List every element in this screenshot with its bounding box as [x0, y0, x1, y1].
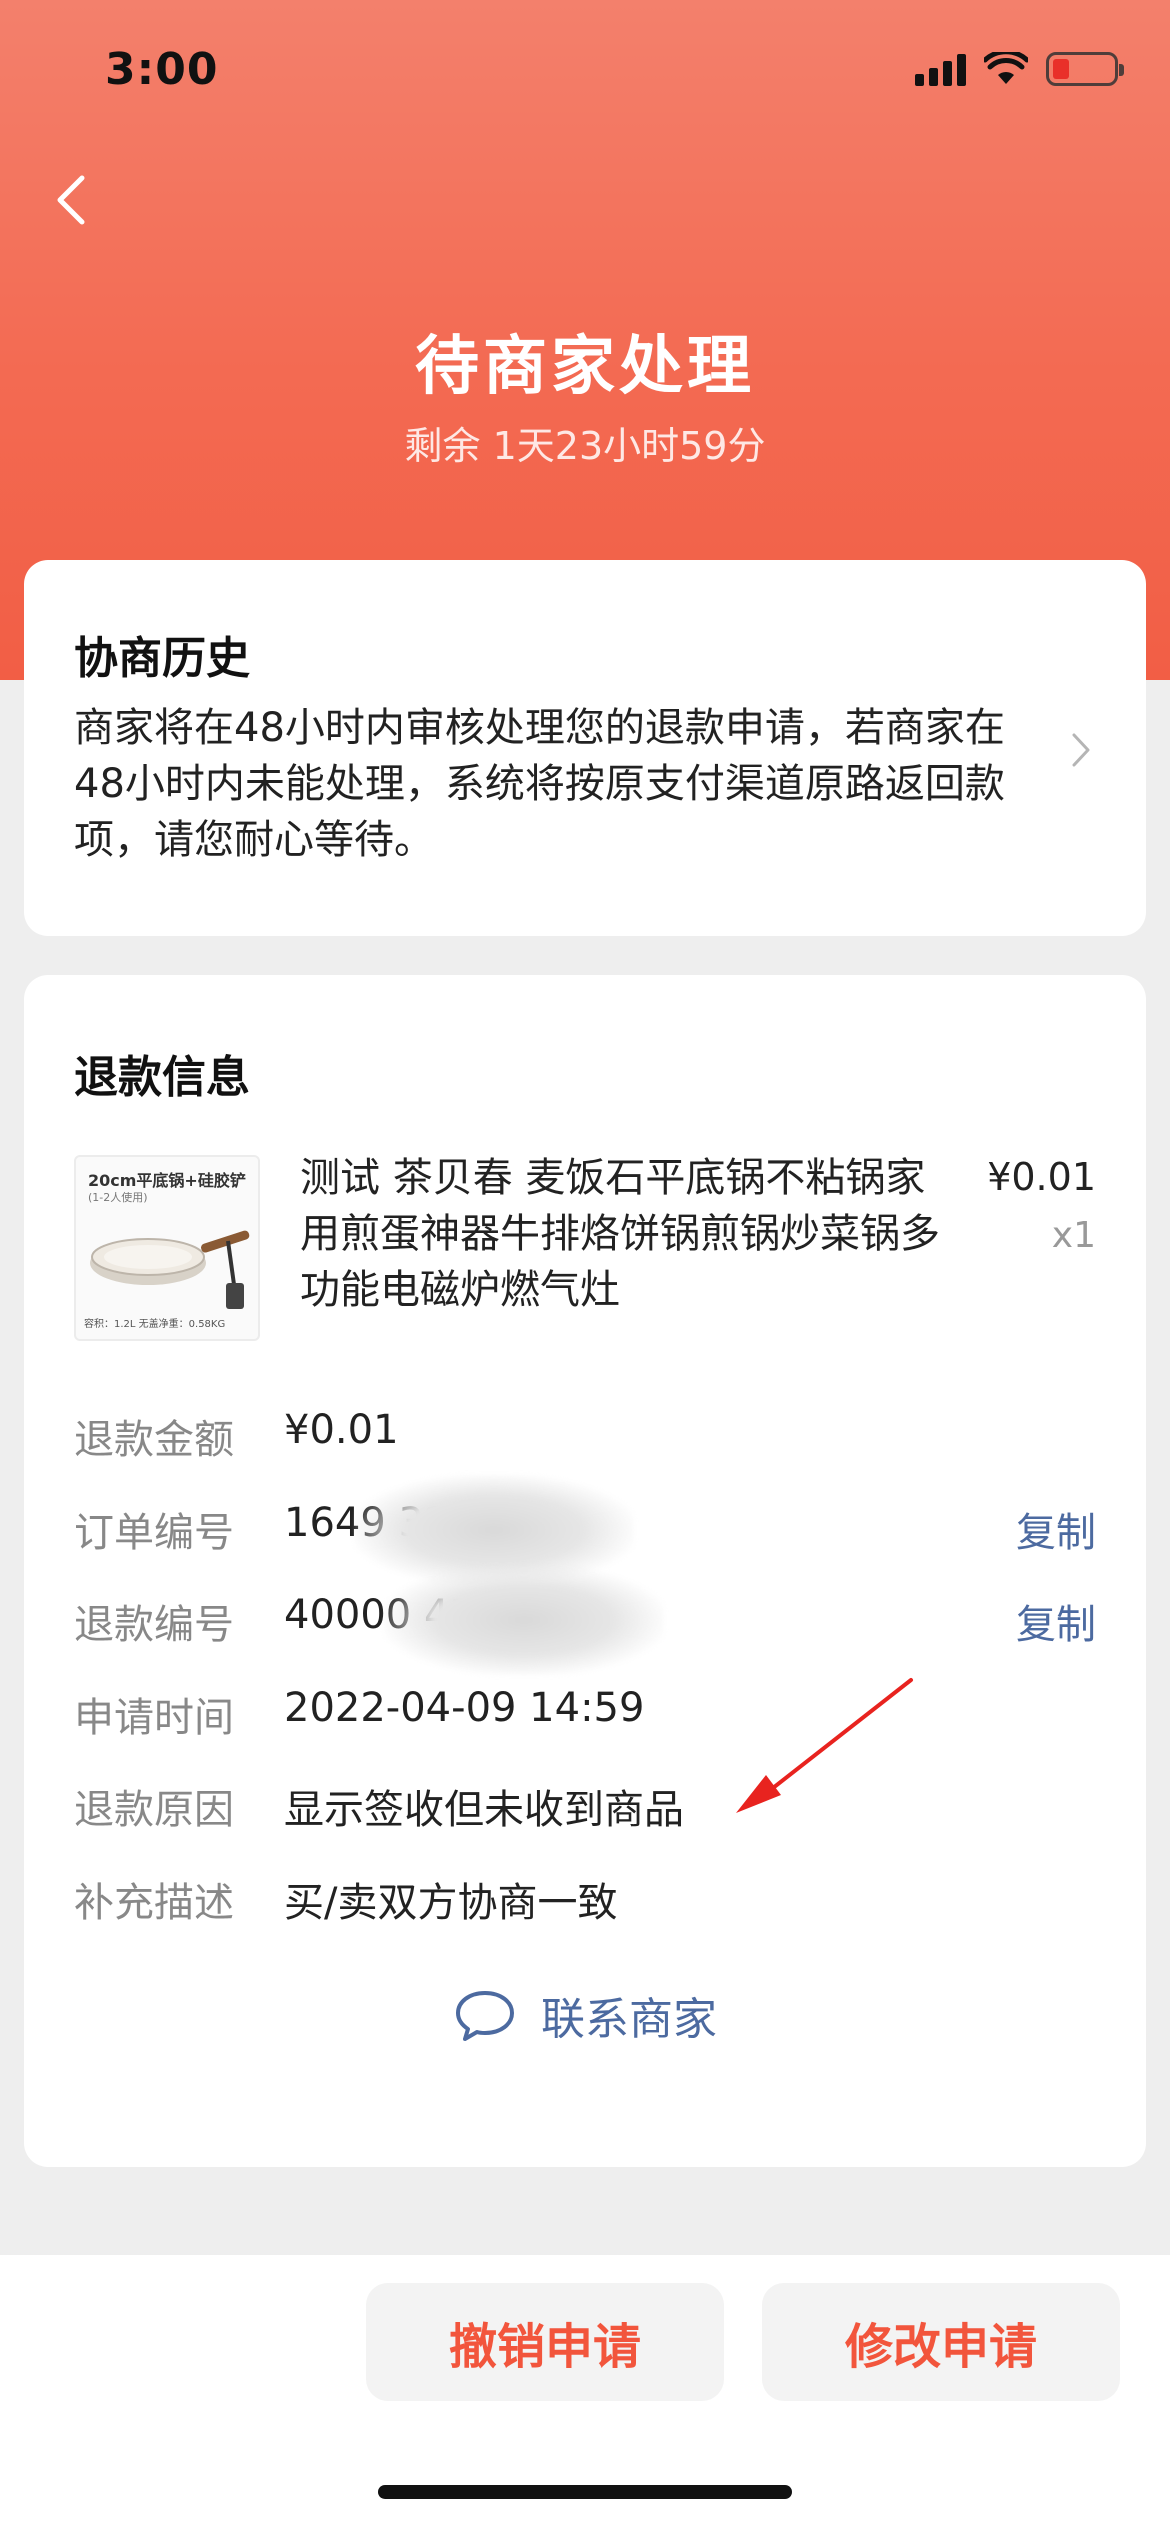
- page-title: 待商家处理: [415, 330, 755, 404]
- modify-request-button[interactable]: 修改申请: [762, 2283, 1120, 2401]
- status-bar: 3:00: [0, 0, 1170, 150]
- refund-info-card: 退款信息 20cm平底锅+硅胶铲 (1-2人使用) 容积：1.2L 无盖净重：0…: [24, 975, 1146, 2167]
- battery-icon: [1046, 52, 1124, 86]
- history-title: 协商历史: [74, 633, 250, 684]
- countdown-text: 剩余 1天23小时59分: [404, 424, 766, 468]
- annotation-arrow-icon: [736, 1678, 913, 1813]
- home-indicator[interactable]: [378, 2485, 792, 2499]
- cellular-signal-icon: [915, 52, 966, 86]
- cancel-request-button[interactable]: 撤销申请: [366, 2283, 724, 2401]
- wifi-icon: [984, 52, 1028, 84]
- back-icon[interactable]: [46, 170, 106, 230]
- status-icons: [915, 52, 1124, 86]
- status-time: 3:00: [105, 44, 219, 95]
- chevron-right-icon: [1072, 733, 1090, 767]
- negotiation-history-card[interactable]: 协商历史 商家将在48小时内审核处理您的退款申请，若商家在48小时内未能处理，系…: [24, 560, 1146, 936]
- history-text: 商家将在48小时内审核处理您的退款申请，若商家在48小时内未能处理，系统将按原支…: [74, 705, 1005, 863]
